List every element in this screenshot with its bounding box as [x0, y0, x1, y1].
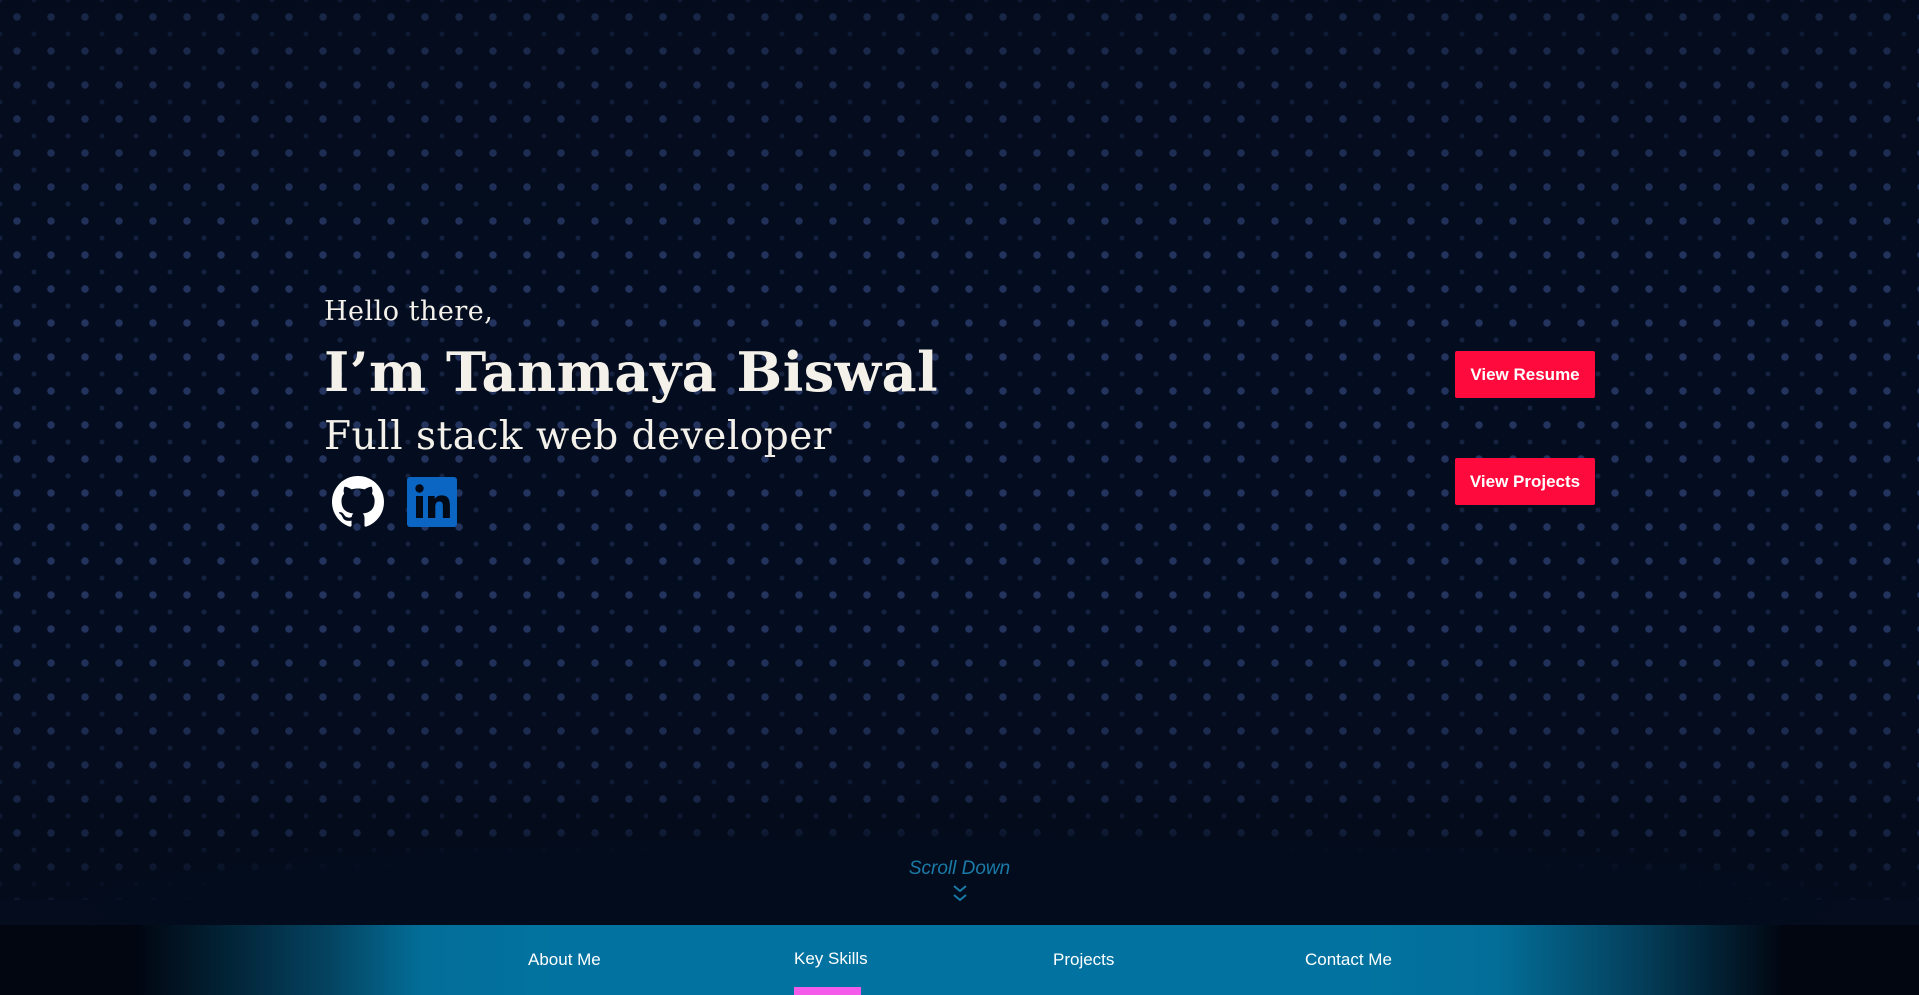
scroll-down-label: Scroll Down — [908, 858, 1011, 879]
view-projects-button[interactable]: View Projects — [1455, 458, 1595, 505]
hero-role: Full stack web developer — [324, 414, 832, 459]
github-icon — [332, 476, 384, 527]
double-chevron-down-icon — [0, 883, 1919, 905]
bottom-navbar: About Me Key Skills Projects Contact Me — [0, 925, 1919, 995]
portfolio-page: Hello there, I’m Tanmaya Biswal Full sta… — [0, 0, 1919, 995]
linkedin-icon — [407, 477, 457, 527]
linkedin-link[interactable] — [406, 476, 458, 528]
hero-section: Hello there, I’m Tanmaya Biswal Full sta… — [324, 292, 938, 528]
hero-greeting: Hello there, — [324, 296, 494, 327]
github-link[interactable] — [332, 476, 384, 528]
scroll-down-link[interactable]: Scroll Down — [0, 857, 1919, 905]
background-vignette — [0, 0, 1919, 900]
nav-projects[interactable]: Projects — [1053, 925, 1114, 995]
hero-name: I’m Tanmaya Biswal — [324, 340, 939, 404]
social-links — [332, 476, 938, 528]
active-nav-indicator — [794, 987, 861, 995]
nav-about-me[interactable]: About Me — [528, 925, 601, 995]
nav-contact-me[interactable]: Contact Me — [1305, 925, 1392, 995]
nav-key-skills[interactable]: Key Skills — [794, 925, 868, 995]
view-resume-button[interactable]: View Resume — [1455, 351, 1595, 398]
